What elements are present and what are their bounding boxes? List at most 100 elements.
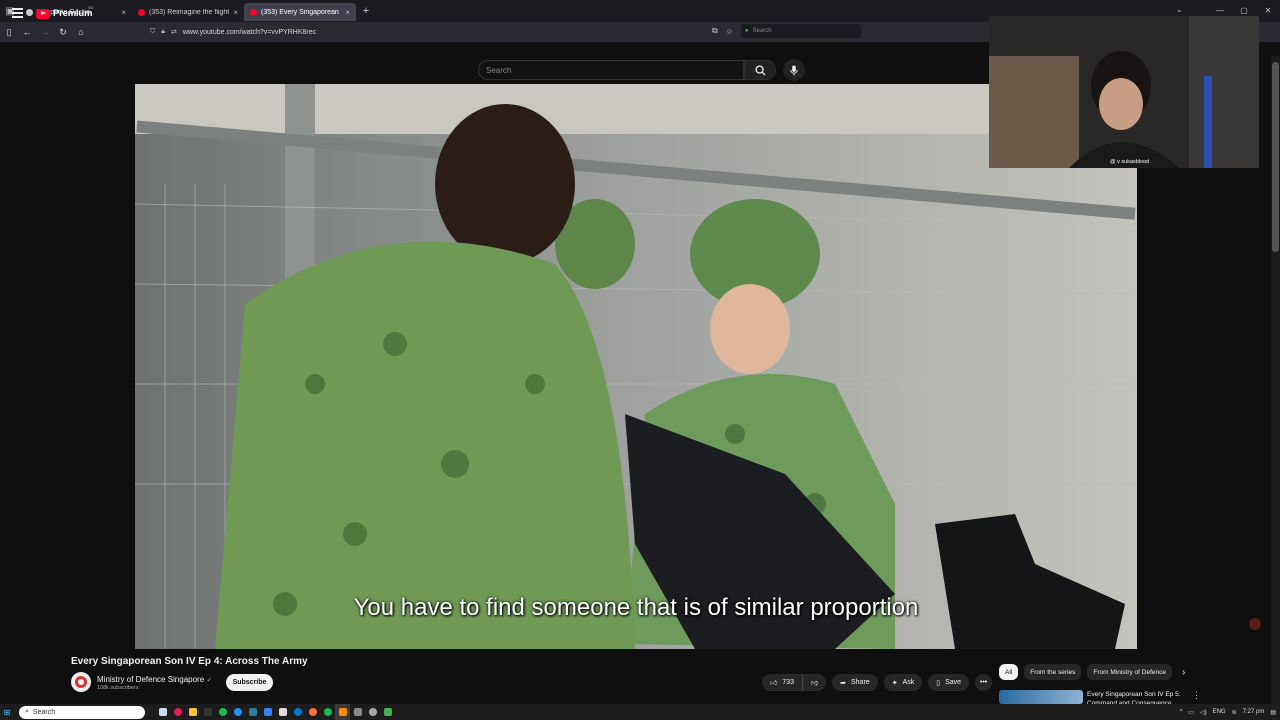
notification-icon[interactable]: ▤ <box>1270 709 1276 716</box>
tab-every-singaporean-son[interactable]: (353) Every Singaporean So × <box>244 3 356 21</box>
chip-all[interactable]: All <box>999 664 1019 680</box>
recommended-video-title[interactable]: Every Singaporean Son IV Ep 5: Command a… <box>1087 690 1187 704</box>
bookmark-star-icon[interactable]: ☆ <box>726 27 733 36</box>
youtube-premium-logo[interactable]: Premium SG <box>36 5 94 19</box>
wikipedia-favicon-icon <box>26 8 33 16</box>
app-icon-5[interactable] <box>230 704 245 720</box>
browser-search-input[interactable]: ● Search <box>740 24 861 38</box>
app-icon-6[interactable] <box>245 704 260 720</box>
thumbs-down-icon: 👎︎ <box>811 680 819 687</box>
search-input[interactable]: Search <box>478 60 744 80</box>
reload-icon[interactable]: ↻ <box>54 27 72 38</box>
voice-search-button[interactable] <box>783 59 805 81</box>
subscriber-count: 108k subscribers <box>97 685 139 691</box>
wifi-icon[interactable]: ≋ <box>1232 709 1237 716</box>
file-explorer-icon[interactable] <box>185 704 200 720</box>
app-icon-9[interactable] <box>290 704 305 720</box>
subscribe-button[interactable]: Subscribe <box>226 674 273 691</box>
search-engine-icon: ● <box>744 28 749 34</box>
youtube-favicon-icon <box>138 8 145 16</box>
share-icon: ➦ <box>840 679 846 687</box>
chip-from-ministry[interactable]: From Ministry of Defence <box>1087 664 1172 680</box>
app-icon-12[interactable] <box>335 704 350 720</box>
volume-icon[interactable]: ◁) <box>1200 709 1207 716</box>
video-actions: 👍︎ 733 👎︎ ➦ Share ✦ Ask ▯ Save ••• <box>762 674 993 691</box>
app-icon-1[interactable] <box>170 704 185 720</box>
recommended-video-thumbnail[interactable] <box>999 690 1083 704</box>
chevron-up-icon[interactable]: ^ <box>1179 709 1182 715</box>
clock[interactable]: 7:27 pm <box>1243 709 1265 715</box>
scrollbar-thumb[interactable] <box>1272 62 1279 252</box>
app-icon-11[interactable] <box>320 704 335 720</box>
app-icon-15[interactable] <box>380 704 395 720</box>
webcam-overlay: @ v sukasblood <box>989 16 1259 168</box>
ask-button[interactable]: ✦ Ask <box>883 674 923 691</box>
video-frame-image <box>135 84 1137 649</box>
spotify-icon[interactable] <box>215 704 230 720</box>
close-tab-icon[interactable]: × <box>345 8 350 17</box>
youtube-favicon-icon <box>250 8 257 16</box>
task-view-icon[interactable] <box>155 704 170 720</box>
network-icon[interactable]: ▭ <box>1188 709 1194 716</box>
like-count: 733 <box>782 679 795 686</box>
tab-title: (353) Reimagine the flight <box>149 8 230 16</box>
address-bar[interactable]: ⛉ 🔒︎ ⇄ www.youtube.com/watch?v=vvPYRHK8r… <box>150 24 990 40</box>
chevron-down-icon[interactable]: ⌄ <box>1176 5 1183 14</box>
app-icon-14[interactable] <box>365 704 380 720</box>
chip-from-the-series[interactable]: From the series <box>1024 664 1082 680</box>
system-tray: ^ ▭ ◁) ENG ≋ 7:27 pm ▤ <box>1179 704 1276 720</box>
sidebar-toggle-icon[interactable]: ▯ <box>0 27 18 38</box>
share-button[interactable]: ➦ Share <box>832 674 878 691</box>
forward-icon[interactable]: → <box>36 27 54 37</box>
more-vertical-icon[interactable]: ⋮ <box>1192 690 1201 701</box>
language-indicator[interactable]: ENG <box>1213 709 1226 715</box>
channel-name[interactable]: Ministry of Defence Singapore ✓ <box>97 675 212 684</box>
video-player[interactable]: You have to find someone that is of simi… <box>135 84 1137 649</box>
page-scrollbar[interactable] <box>1271 56 1280 704</box>
tab-reimagine[interactable]: (353) Reimagine the flight × <box>132 3 244 21</box>
back-icon[interactable]: ← <box>18 27 36 37</box>
like-button[interactable]: 👍︎ 733 <box>762 674 803 691</box>
new-tab-button[interactable]: + <box>356 5 376 17</box>
permissions-icon: ⇄ <box>170 29 177 36</box>
video-title: Every Singaporean Son IV Ep 4: Across Th… <box>71 656 308 667</box>
close-tab-icon[interactable]: × <box>121 8 126 17</box>
tab-title: (353) Every Singaporean So <box>261 8 342 16</box>
url-text: www.youtube.com/watch?v=vvPYRHK8rec <box>182 28 317 36</box>
search-button[interactable] <box>744 60 776 80</box>
menu-icon[interactable] <box>12 8 23 18</box>
picture-in-picture-icon[interactable]: ⧉ <box>712 26 718 36</box>
close-icon[interactable]: ✕ <box>1256 0 1280 22</box>
mindef-crest-icon <box>75 676 87 688</box>
app-icon-10[interactable] <box>305 704 320 720</box>
logo-country: SG <box>88 5 94 10</box>
close-tab-icon[interactable]: × <box>233 8 238 17</box>
youtube-play-icon <box>36 8 50 19</box>
related-chips: All From the series From Ministry of Def… <box>999 664 1185 680</box>
search-icon: ⌕ <box>25 708 29 715</box>
taskbar-search-input[interactable]: ⌕ Search <box>19 705 145 719</box>
app-icon-8[interactable] <box>275 704 290 720</box>
like-dislike-group: 👍︎ 733 👎︎ <box>762 674 827 691</box>
more-actions-button[interactable]: ••• <box>975 674 993 691</box>
nav-right-tools: ⧉ ☆ ● Search <box>712 24 861 38</box>
extension-floating-icon[interactable] <box>1249 618 1261 630</box>
channel-avatar[interactable] <box>71 672 91 692</box>
app-icon-13[interactable] <box>350 704 365 720</box>
chevron-right-icon[interactable]: › <box>1182 667 1185 678</box>
more-horizontal-icon: ••• <box>979 679 988 686</box>
logo-text: Premium <box>53 8 93 19</box>
save-button[interactable]: ▯ Save <box>928 674 970 691</box>
dislike-button[interactable]: 👎︎ <box>802 674 827 691</box>
bookmark-icon: ▯ <box>936 679 941 687</box>
home-icon[interactable]: ⌂ <box>72 27 90 37</box>
webcam-handle: @ v sukasblood <box>1110 159 1150 165</box>
windows-start-icon[interactable]: ⊞ <box>0 704 14 720</box>
search-icon <box>754 64 766 76</box>
lock-icon: 🔒︎ <box>161 28 165 35</box>
app-icon-3[interactable] <box>200 704 215 720</box>
app-icon-7[interactable] <box>260 704 275 720</box>
windows-taskbar: ⊞ ⌕ Search ^ ▭ ◁) ENG ≋ 7:27 pm ▤ <box>0 704 1280 720</box>
sparkle-icon: ✦ <box>891 679 898 687</box>
video-subtitle: You have to find someone that is of simi… <box>353 594 919 621</box>
